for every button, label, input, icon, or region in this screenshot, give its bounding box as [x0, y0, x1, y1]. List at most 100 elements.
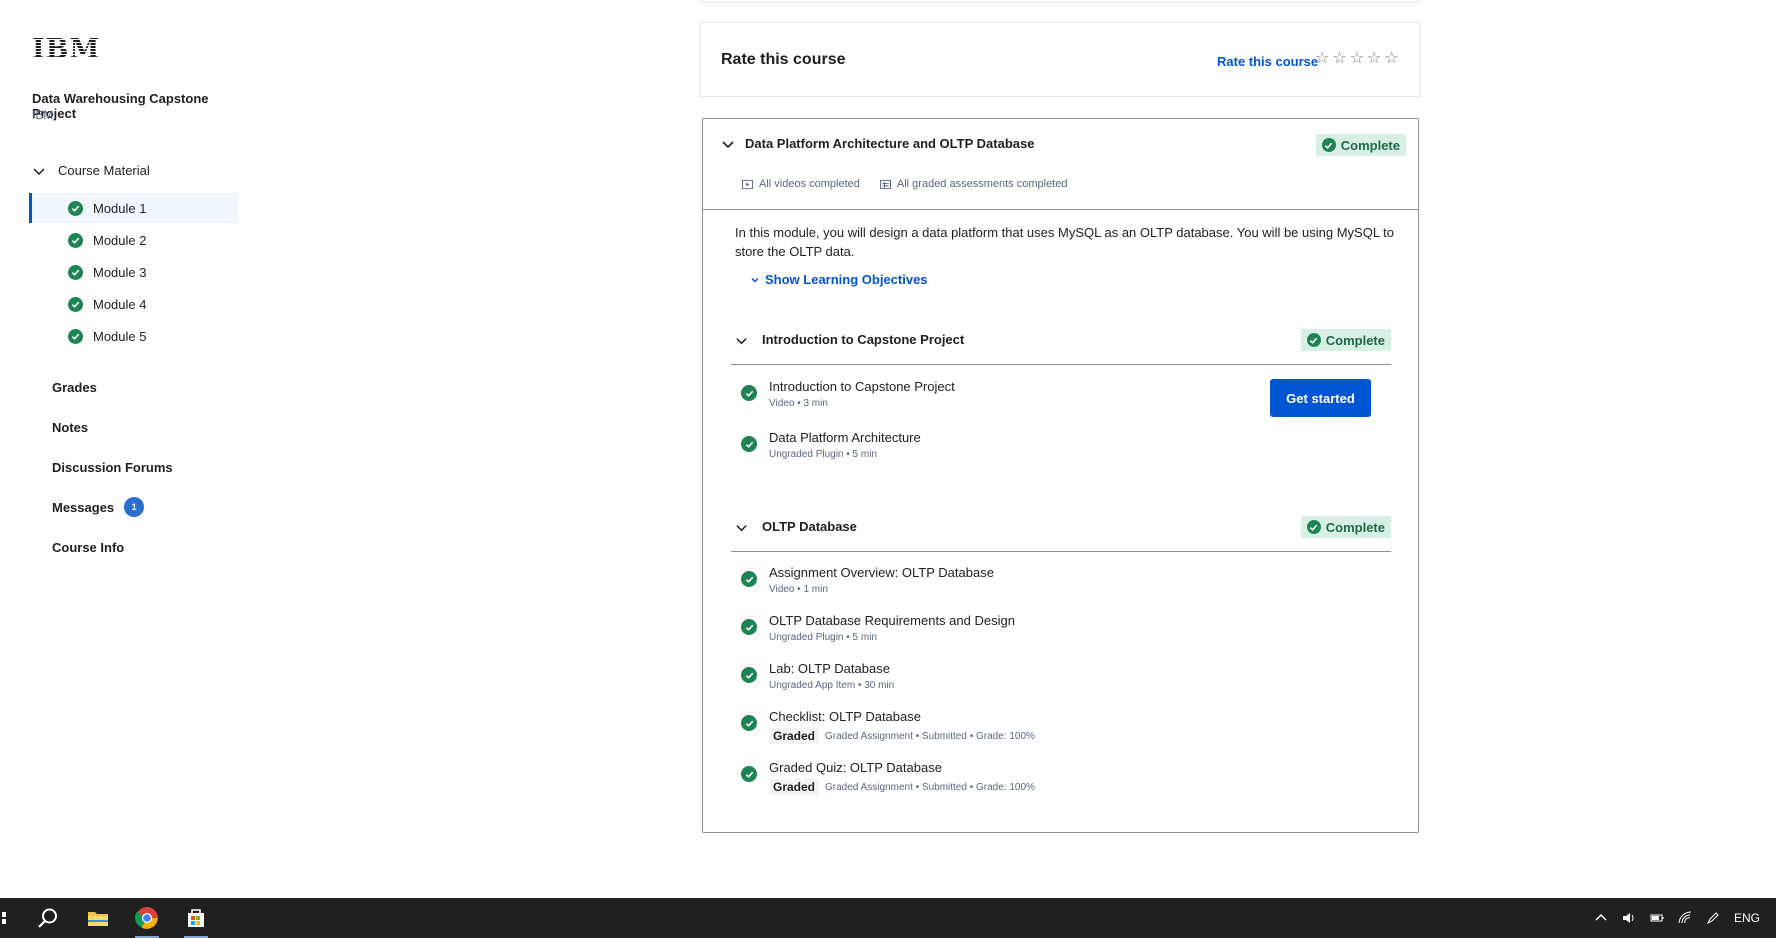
- video-icon: [742, 179, 753, 189]
- check-circle-icon: [741, 667, 757, 683]
- volume-icon[interactable]: [1622, 911, 1636, 925]
- item-meta: Video • 3 min: [769, 398, 828, 409]
- messages-label: Messages: [52, 499, 115, 515]
- item-title[interactable]: Introduction to Capstone Project: [769, 379, 955, 394]
- get-started-button[interactable]: Get started: [1270, 379, 1371, 417]
- graded-tag: Graded: [769, 779, 820, 795]
- status-label: Complete: [1325, 332, 1385, 348]
- status-label: Complete: [1340, 137, 1400, 153]
- check-circle-icon: [1306, 333, 1321, 347]
- item-title[interactable]: Checklist: OLTP Database: [769, 709, 921, 724]
- course-material-toggle[interactable]: Course Material: [32, 163, 150, 178]
- item-meta-text: Ungraded App Item • 30 min: [769, 680, 895, 691]
- nav-discussion-forums[interactable]: Discussion Forums: [52, 460, 173, 475]
- chevron-up-icon[interactable]: [1594, 911, 1608, 925]
- star-icon[interactable]: ☆: [1367, 51, 1381, 67]
- chevron-down-icon[interactable]: [735, 334, 748, 347]
- chrome-icon[interactable]: [127, 898, 167, 938]
- item-meta-text: Ungraded Plugin • 5 min: [769, 449, 878, 460]
- item-title[interactable]: Lab: OLTP Database: [769, 661, 890, 676]
- start-icon[interactable]: [0, 898, 14, 938]
- nav-grades[interactable]: Grades: [52, 380, 97, 395]
- graded-tag: Graded: [769, 728, 820, 744]
- list-item: Checklist: OLTP Database Graded Graded A…: [736, 709, 1376, 749]
- item-title[interactable]: OLTP Database Requirements and Design: [769, 613, 1015, 628]
- check-circle-icon: [741, 436, 757, 452]
- item-meta-text: Video • 1 min: [769, 584, 828, 595]
- chevron-down-icon[interactable]: [735, 521, 748, 534]
- lesson-title: OLTP Database: [762, 519, 857, 534]
- rate-course-link[interactable]: Rate this course: [1217, 54, 1318, 69]
- status-badge: Complete: [1315, 134, 1406, 156]
- lesson-title: Introduction to Capstone Project: [762, 332, 965, 347]
- sidebar-item-module-1[interactable]: Module 1: [29, 193, 238, 223]
- chevron-down-icon: [751, 277, 759, 282]
- star-rating: ☆ ☆ ☆ ☆ ☆: [1315, 51, 1399, 67]
- show-learning-objectives[interactable]: Show Learning Objectives: [751, 272, 928, 287]
- sidebar: IBM Data Warehousing Capstone Project IB…: [0, 0, 240, 898]
- store-icon[interactable]: [176, 898, 216, 938]
- module-label: Module 4: [93, 296, 147, 312]
- star-icon[interactable]: ☆: [1384, 51, 1398, 67]
- lesson-header-oltp[interactable]: OLTP Database Complete: [731, 512, 1391, 552]
- check-circle-icon: [68, 232, 83, 248]
- module-card: Data Platform Architecture and OLTP Data…: [702, 118, 1419, 833]
- item-meta: Ungraded Plugin • 5 min: [769, 632, 877, 643]
- course-title: Data Warehousing Capstone Project: [32, 91, 209, 121]
- check-circle-icon: [1306, 520, 1321, 534]
- check-circle-icon: [741, 385, 757, 401]
- module-meta: All videos completed All graded assessme…: [742, 178, 1067, 190]
- list-item: Data Platform Architecture Ungraded Plug…: [736, 430, 1376, 470]
- check-circle-icon: [68, 296, 83, 312]
- assessment-icon: [879, 179, 891, 189]
- check-circle-icon: [741, 715, 757, 731]
- assessments-completed-label: All graded assessments completed: [896, 178, 1068, 190]
- star-icon[interactable]: ☆: [1350, 51, 1364, 67]
- item-title[interactable]: Data Platform Architecture: [769, 430, 921, 445]
- star-icon[interactable]: ☆: [1332, 51, 1346, 67]
- nav-notes[interactable]: Notes: [52, 420, 88, 435]
- check-circle-icon: [68, 264, 83, 280]
- module-description: In this module, you will design a data p…: [735, 225, 1395, 259]
- videos-completed-label: All videos completed: [759, 178, 860, 190]
- status-badge: Complete: [1300, 329, 1391, 351]
- videos-completed: All videos completed: [742, 178, 860, 190]
- item-title[interactable]: Graded Quiz: OLTP Database: [769, 760, 942, 775]
- assessments-completed: All graded assessments completed: [879, 178, 1068, 190]
- item-meta: Graded Graded Assignment • Submitted • G…: [769, 779, 1035, 795]
- rate-course-card: Rate this course Rate this course ☆ ☆ ☆ …: [700, 22, 1420, 97]
- item-title[interactable]: Assignment Overview: OLTP Database: [769, 565, 994, 580]
- module-header: Data Platform Architecture and OLTP Data…: [703, 119, 1418, 210]
- battery-icon[interactable]: [1650, 911, 1664, 925]
- wifi-icon[interactable]: [1678, 911, 1692, 925]
- sidebar-item-module-5[interactable]: Module 5: [29, 321, 238, 351]
- messages-count-badge: 1: [124, 497, 145, 517]
- sidebar-item-module-4[interactable]: Module 4: [29, 289, 238, 319]
- objectives-label: Show Learning Objectives: [765, 272, 928, 287]
- module-label: Module 2: [93, 232, 147, 248]
- check-circle-icon: [1321, 138, 1336, 152]
- ibm-logo[interactable]: IBM: [32, 34, 100, 65]
- nav-messages[interactable]: Messages 1: [52, 497, 145, 517]
- nav-course-info[interactable]: Course Info: [52, 540, 124, 555]
- lesson-header-intro[interactable]: Introduction to Capstone Project Complet…: [731, 325, 1391, 365]
- sidebar-item-module-2[interactable]: Module 2: [29, 225, 238, 255]
- search-icon[interactable]: [28, 898, 68, 938]
- item-meta-text: Graded Assignment • Submitted • Grade: 1…: [825, 730, 1035, 742]
- star-icon[interactable]: ☆: [1315, 51, 1329, 67]
- sidebar-item-module-3[interactable]: Module 3: [29, 257, 238, 287]
- list-item: OLTP Database Requirements and Design Un…: [736, 613, 1376, 653]
- item-meta-text: Ungraded Plugin • 5 min: [769, 632, 878, 643]
- module-label: Module 5: [93, 328, 147, 344]
- section-label: Course Material: [58, 163, 150, 178]
- check-circle-icon: [741, 619, 757, 635]
- file-explorer-icon[interactable]: [78, 898, 118, 938]
- system-tray: ENG: [1594, 898, 1776, 938]
- chevron-down-icon: [33, 167, 45, 175]
- language-indicator[interactable]: ENG: [1734, 911, 1760, 925]
- item-meta-text: Graded Assignment • Submitted • Grade: 1…: [825, 781, 1035, 793]
- item-meta-text: Video • 3 min: [769, 398, 828, 409]
- pen-icon[interactable]: [1706, 911, 1720, 925]
- course-org: IBM: [32, 108, 54, 122]
- chevron-down-icon[interactable]: [721, 137, 735, 151]
